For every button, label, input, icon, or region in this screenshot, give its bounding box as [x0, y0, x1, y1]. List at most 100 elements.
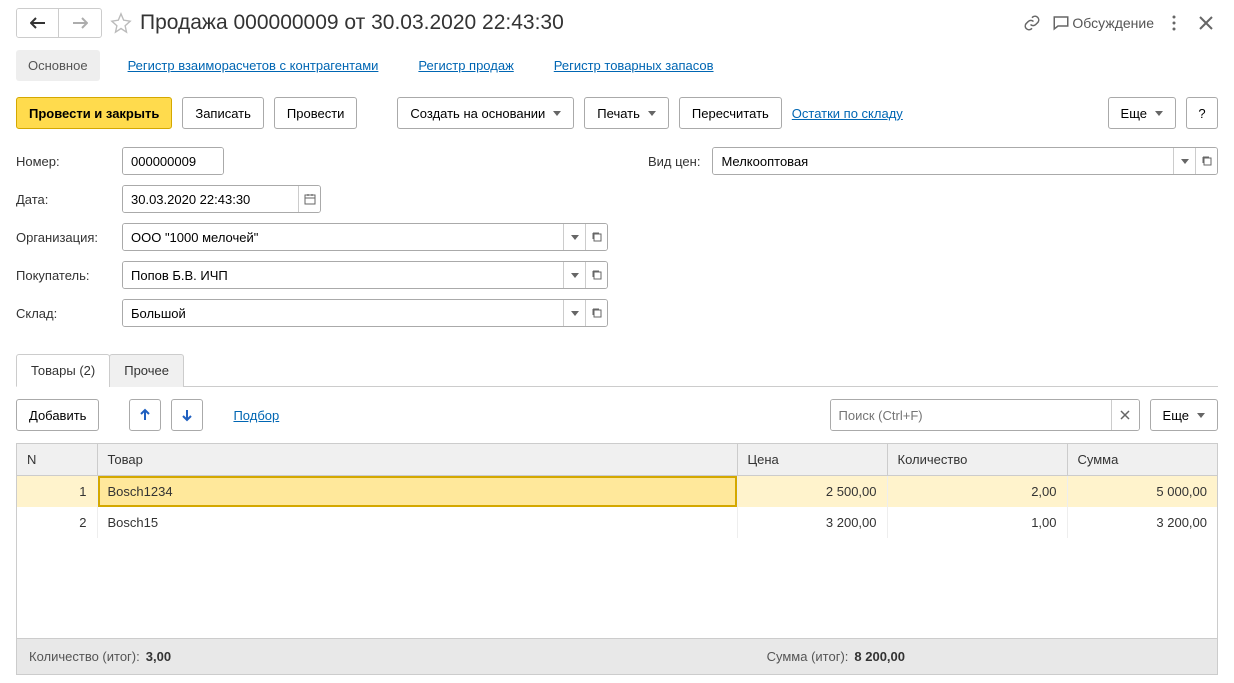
main-toolbar: Провести и закрыть Записать Провести Соз…	[16, 97, 1218, 129]
cell-qty[interactable]: 2,00	[887, 476, 1067, 508]
help-button[interactable]: ?	[1186, 97, 1218, 129]
chevron-down-icon	[1181, 159, 1189, 164]
dots-vertical-icon	[1172, 15, 1176, 31]
warehouse-open-button[interactable]	[585, 300, 607, 326]
pick-link[interactable]: Подбор	[233, 408, 279, 423]
more-button[interactable]: Еще	[1108, 97, 1176, 129]
chevron-down-icon	[571, 273, 579, 278]
footer-sum-label: Сумма (итог):	[767, 649, 849, 664]
warehouse-dropdown-button[interactable]	[563, 300, 585, 326]
page-title: Продажа 000000009 от 30.03.2020 22:43:30	[140, 11, 564, 35]
buyer-label: Покупатель:	[16, 268, 114, 283]
table-header-row: N Товар Цена Количество Сумма	[17, 444, 1217, 476]
post-button[interactable]: Провести	[274, 97, 358, 129]
number-input-group	[122, 147, 224, 175]
move-up-button[interactable]	[129, 399, 161, 431]
nav-back-forward	[16, 8, 102, 38]
search-clear-button[interactable]	[1111, 400, 1139, 430]
nav-tab-stock[interactable]: Регистр товарных запасов	[542, 50, 726, 81]
save-button[interactable]: Записать	[182, 97, 264, 129]
close-button[interactable]	[1194, 11, 1218, 35]
open-icon	[591, 307, 603, 319]
stock-balance-link[interactable]: Остатки по складу	[792, 106, 903, 121]
footer-qty-value: 3,00	[146, 649, 171, 664]
warehouse-input[interactable]	[123, 300, 563, 326]
table-toolbar: Добавить Подбор Еще	[16, 387, 1218, 443]
link-icon-button[interactable]	[1020, 11, 1044, 35]
x-icon	[1120, 410, 1130, 420]
nav-tab-sales[interactable]: Регистр продаж	[406, 50, 525, 81]
date-input-group	[122, 185, 321, 213]
cell-n[interactable]: 2	[17, 507, 97, 538]
search-input[interactable]	[831, 400, 1111, 430]
create-based-on-button[interactable]: Создать на основании	[397, 97, 574, 129]
pricetype-dropdown-button[interactable]	[1173, 148, 1195, 174]
table-more-button[interactable]: Еще	[1150, 399, 1218, 431]
sub-tabs: Товары (2) Прочее	[16, 353, 1218, 387]
footer-sum-value: 8 200,00	[854, 649, 905, 664]
goods-table: N Товар Цена Количество Сумма 1 Bosch123…	[17, 444, 1217, 538]
buyer-dropdown-button[interactable]	[563, 262, 585, 288]
recalculate-button[interactable]: Пересчитать	[679, 97, 782, 129]
arrow-up-icon	[138, 408, 152, 422]
back-button[interactable]	[17, 9, 59, 37]
print-button[interactable]: Печать	[584, 97, 669, 129]
open-icon	[591, 231, 603, 243]
post-and-close-button[interactable]: Провести и закрыть	[16, 97, 172, 129]
org-open-button[interactable]	[585, 224, 607, 250]
number-input[interactable]	[123, 148, 223, 174]
star-icon[interactable]	[110, 12, 132, 34]
col-header-n[interactable]: N	[17, 444, 97, 476]
calendar-button[interactable]	[298, 186, 320, 212]
cell-n[interactable]: 1	[17, 476, 97, 508]
org-dropdown-button[interactable]	[563, 224, 585, 250]
warehouse-label: Склад:	[16, 306, 114, 321]
table-row[interactable]: 1 Bosch1234 2 500,00 2,00 5 000,00	[17, 476, 1217, 508]
arrow-left-icon	[30, 17, 46, 29]
arrow-down-icon	[180, 408, 194, 422]
org-label: Организация:	[16, 230, 114, 245]
buyer-input[interactable]	[123, 262, 563, 288]
org-input-group	[122, 223, 608, 251]
forward-button[interactable]	[59, 9, 101, 37]
add-row-button[interactable]: Добавить	[16, 399, 99, 431]
pricetype-input[interactable]	[713, 148, 1173, 174]
col-header-price[interactable]: Цена	[737, 444, 887, 476]
cell-sum[interactable]: 5 000,00	[1067, 476, 1217, 508]
tab-goods[interactable]: Товары (2)	[16, 354, 110, 387]
date-input[interactable]	[123, 186, 298, 212]
nav-tab-main[interactable]: Основное	[16, 50, 100, 81]
cell-price[interactable]: 2 500,00	[737, 476, 887, 508]
chevron-down-icon	[571, 235, 579, 240]
discuss-label: Обсуждение	[1072, 15, 1154, 31]
pricetype-label: Вид цен:	[648, 154, 700, 169]
open-icon	[591, 269, 603, 281]
move-down-button[interactable]	[171, 399, 203, 431]
open-icon	[1201, 155, 1213, 167]
buyer-open-button[interactable]	[585, 262, 607, 288]
pricetype-open-button[interactable]	[1195, 148, 1217, 174]
footer-qty-label: Количество (итог):	[29, 649, 140, 664]
close-icon	[1199, 16, 1213, 30]
chat-icon	[1052, 14, 1070, 32]
col-header-qty[interactable]: Количество	[887, 444, 1067, 476]
col-header-sum[interactable]: Сумма	[1067, 444, 1217, 476]
number-label: Номер:	[16, 154, 114, 169]
tab-other[interactable]: Прочее	[109, 354, 184, 387]
warehouse-input-group	[122, 299, 608, 327]
cell-price[interactable]: 3 200,00	[737, 507, 887, 538]
pricetype-input-group	[712, 147, 1218, 175]
cell-product[interactable]: Bosch15	[97, 507, 737, 538]
nav-tabs: Основное Регистр взаиморасчетов с контра…	[16, 50, 1218, 81]
col-header-product[interactable]: Товар	[97, 444, 737, 476]
link-icon	[1023, 14, 1041, 32]
nav-tab-settlements[interactable]: Регистр взаиморасчетов с контрагентами	[116, 50, 391, 81]
cell-qty[interactable]: 1,00	[887, 507, 1067, 538]
cell-product[interactable]: Bosch1234	[97, 476, 737, 508]
cell-sum[interactable]: 3 200,00	[1067, 507, 1217, 538]
kebab-menu-button[interactable]	[1162, 11, 1186, 35]
discuss-button[interactable]: Обсуждение	[1052, 11, 1154, 35]
table-row[interactable]: 2 Bosch15 3 200,00 1,00 3 200,00	[17, 507, 1217, 538]
org-input[interactable]	[123, 224, 563, 250]
buyer-input-group	[122, 261, 608, 289]
